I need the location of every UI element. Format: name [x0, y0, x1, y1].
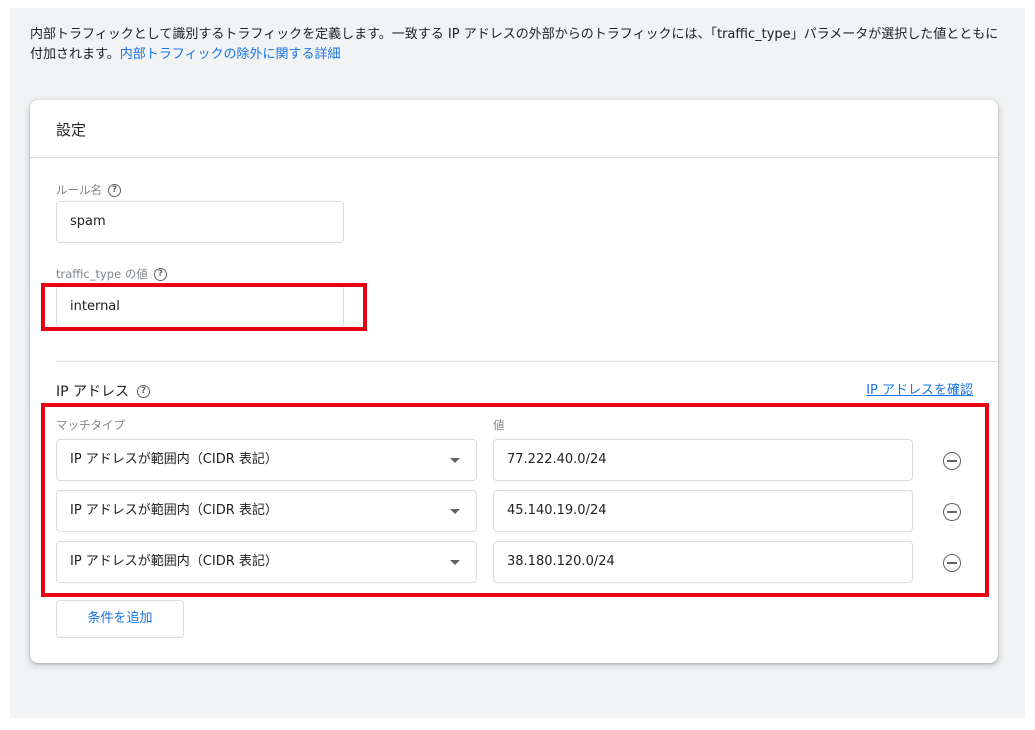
remove-circle-icon[interactable] [943, 503, 961, 521]
ip-section-title-text: IP アドレス [56, 384, 130, 400]
card-title: 設定 [30, 100, 998, 158]
rule-name-label: ルール名 ? [56, 182, 121, 198]
traffic-type-label-text: traffic_type の値 [56, 267, 148, 281]
traffic-type-label: traffic_type の値 ? [56, 266, 167, 282]
help-icon[interactable]: ? [137, 384, 151, 398]
match-type-select[interactable]: IP アドレスが範囲内（CIDR 表記） [56, 439, 477, 481]
remove-circle-icon[interactable] [943, 452, 961, 470]
ip-value-input[interactable]: 77.222.40.0/24 [493, 439, 913, 481]
verify-ip-link[interactable]: IP アドレスを確認 [866, 379, 973, 398]
help-icon[interactable]: ? [153, 267, 167, 281]
remove-circle-icon[interactable] [943, 554, 961, 572]
ip-value-input[interactable]: 45.140.19.0/24 [493, 490, 913, 532]
intro-text: 内部トラフィックとして識別するトラフィックを定義します。一致する IP アドレス… [30, 25, 1005, 65]
add-condition-button[interactable]: 条件を追加 [56, 600, 184, 638]
match-type-select[interactable]: IP アドレスが範囲内（CIDR 表記） [56, 490, 477, 532]
match-type-select[interactable]: IP アドレスが範囲内（CIDR 表記） [56, 541, 477, 583]
dropdown-arrow-icon [450, 509, 460, 514]
traffic-type-input[interactable]: internal [56, 286, 344, 328]
dropdown-arrow-icon [450, 560, 460, 565]
ip-section-title: IP アドレス ? [56, 381, 151, 401]
match-type-value: IP アドレスが範囲内（CIDR 表記） [70, 503, 278, 518]
rule-name-input[interactable]: spam [56, 201, 344, 243]
match-type-value: IP アドレスが範囲内（CIDR 表記） [70, 452, 278, 467]
match-type-column-label: マッチタイプ [56, 418, 125, 432]
settings-card: 設定 ルール名 ? spam traffic_type の値 ? interna… [30, 100, 998, 663]
section-divider [56, 361, 998, 362]
rule-name-label-text: ルール名 [56, 183, 102, 197]
value-column-label: 値 [493, 418, 505, 432]
intro-learn-more-link[interactable]: 内部トラフィックの除外に関する詳細 [120, 47, 341, 62]
help-icon[interactable]: ? [108, 183, 121, 197]
match-type-value: IP アドレスが範囲内（CIDR 表記） [70, 554, 278, 569]
ip-value-input[interactable]: 38.180.120.0/24 [493, 541, 913, 583]
dropdown-arrow-icon [450, 458, 460, 463]
